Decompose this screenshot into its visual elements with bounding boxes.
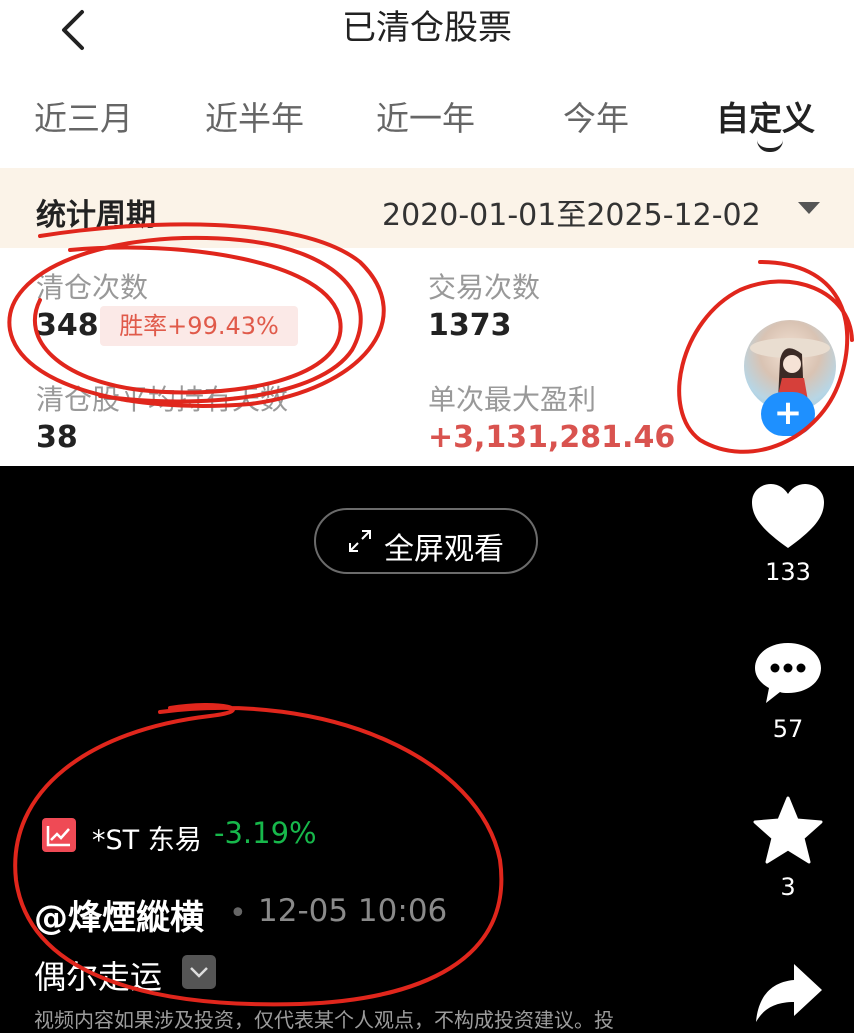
tab-one-year[interactable]: 近一年 (376, 92, 475, 140)
winrate-badge: 胜率+99.43% (100, 306, 298, 346)
stock-change: -3.19% (214, 816, 317, 850)
post-description: 偶尔走运 (34, 958, 163, 996)
share-icon[interactable] (754, 962, 824, 1024)
like-count: 133 (765, 558, 811, 586)
favorite-count: 3 (780, 873, 796, 901)
clear-count-value: 348 (36, 308, 99, 343)
avg-hold-label: 清仓股平均持有天数 (36, 383, 289, 416)
post-time: 12-05 10:06 (258, 893, 448, 929)
tab-custom[interactable]: 自定义 (716, 92, 815, 140)
max-profit-label: 单次最大盈利 (428, 383, 597, 416)
period-label: 统计周期 (36, 198, 156, 233)
investment-disclaimer: 视频内容如果涉及投资，仅代表某个人观点，不构成投资建议。投 (34, 1008, 614, 1032)
separator-dot: • (229, 896, 247, 931)
chevron-down-icon (190, 967, 208, 978)
author-name[interactable]: @烽煙縱横 (34, 890, 204, 939)
stock-name[interactable]: *ST 东易 (92, 818, 202, 857)
back-arrow-icon[interactable] (56, 8, 94, 52)
chevron-down-icon[interactable] (798, 202, 820, 214)
clear-count-label: 清仓次数 (36, 271, 149, 304)
period-tabs: 近三月 近半年 近一年 今年 自定义 (0, 92, 854, 156)
follow-plus-button[interactable]: + (761, 392, 815, 436)
fullscreen-button[interactable]: 全屏观看 (314, 508, 538, 574)
active-tab-indicator (757, 140, 783, 152)
trade-count-label: 交易次数 (428, 271, 541, 304)
avg-hold-value: 38 (36, 420, 78, 455)
star-icon[interactable] (752, 796, 824, 866)
page-title: 已清仓股票 (342, 8, 512, 48)
tab-half-year[interactable]: 近半年 (205, 92, 304, 140)
video-content[interactable]: 已清仓股票 近三月 近半年 近一年 今年 自定义 统计周期 2020-01-01… (0, 0, 854, 466)
trade-count-value: 1373 (428, 308, 512, 343)
fullscreen-label: 全屏观看 (384, 532, 504, 567)
tab-three-months[interactable]: 近三月 (34, 92, 133, 140)
expand-icon (349, 530, 371, 552)
stock-chart-icon[interactable] (42, 818, 76, 852)
expand-description-button[interactable] (182, 955, 216, 989)
max-profit-value: +3,131,281.46 (428, 420, 676, 455)
comment-count: 57 (772, 715, 804, 743)
tab-this-year[interactable]: 今年 (563, 92, 629, 140)
comment-icon[interactable] (752, 640, 824, 706)
heart-icon[interactable] (750, 482, 826, 552)
period-range[interactable]: 2020-01-01至2025-12-02 (382, 190, 761, 234)
